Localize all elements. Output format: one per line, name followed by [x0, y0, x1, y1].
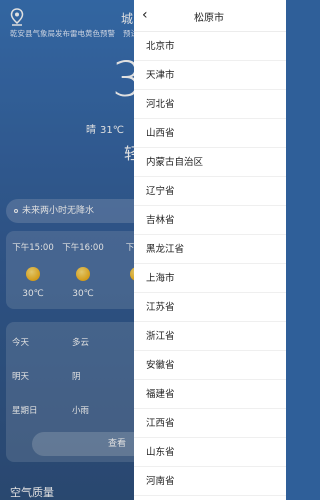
drawer-header: ‹ 松原市 — [134, 0, 286, 32]
drawer-title: 松原市 — [194, 13, 224, 24]
province-item[interactable]: 江西省 — [134, 409, 286, 438]
province-item[interactable]: 山西省 — [134, 119, 286, 148]
province-list: 北京市 天津市 河北省 山西省 内蒙古自治区 辽宁省 吉林省 黑龙江省 上海市 … — [134, 32, 286, 496]
province-item[interactable]: 辽宁省 — [134, 177, 286, 206]
city-picker-drawer: ‹ 松原市 北京市 天津市 河北省 山西省 内蒙古自治区 辽宁省 吉林省 黑龙江… — [134, 0, 286, 500]
province-item[interactable]: 江苏省 — [134, 293, 286, 322]
province-item[interactable]: 河北省 — [134, 90, 286, 119]
province-item[interactable]: 山东省 — [134, 438, 286, 467]
province-item[interactable]: 内蒙古自治区 — [134, 148, 286, 177]
province-item[interactable]: 浙江省 — [134, 322, 286, 351]
province-item[interactable]: 黑龙江省 — [134, 235, 286, 264]
province-item[interactable]: 天津市 — [134, 61, 286, 90]
province-item[interactable]: 河南省 — [134, 467, 286, 496]
province-item[interactable]: 安徽省 — [134, 351, 286, 380]
province-item[interactable]: 福建省 — [134, 380, 286, 409]
province-item[interactable]: 吉林省 — [134, 206, 286, 235]
province-item[interactable]: 北京市 — [134, 32, 286, 61]
province-item[interactable]: 上海市 — [134, 264, 286, 293]
chevron-left-icon[interactable]: ‹ — [142, 6, 160, 24]
